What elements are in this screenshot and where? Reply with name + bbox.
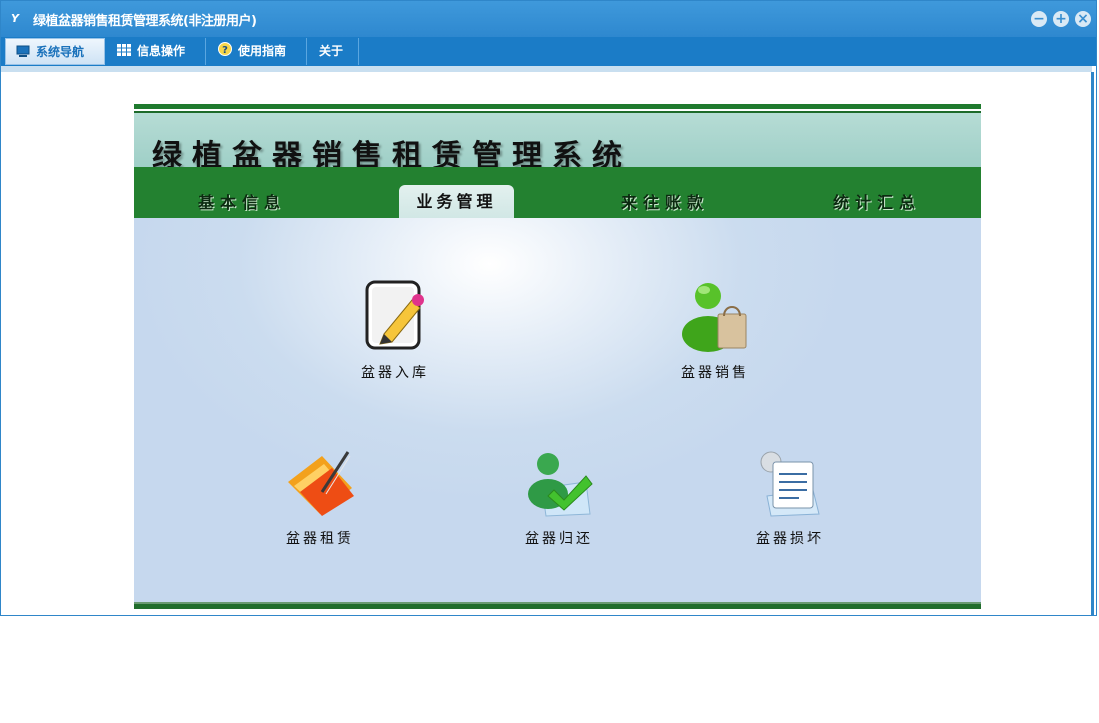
- maximize-icon[interactable]: +: [1053, 11, 1069, 27]
- tab-info-ops[interactable]: 信息操作: [107, 38, 206, 65]
- tab-label: 关于: [319, 44, 344, 58]
- nav-tab-business-mgmt[interactable]: 业务管理: [399, 185, 514, 218]
- module-body: 盆器入库 盆器销售 盆器租赁 盆器归还 盆器损坏: [134, 218, 981, 602]
- pot-sales-button[interactable]: 盆器销售: [660, 278, 770, 382]
- navigation-panel: 绿植盆器销售租赁管理系统 基本信息 业务管理 来往账款 统计汇总 盆器入库 盆器…: [134, 104, 981, 609]
- user-check-icon: [528, 453, 593, 517]
- folder-pen-icon: [288, 451, 354, 516]
- panel-bottom-border: [134, 602, 981, 609]
- pot-stock-in-button[interactable]: 盆器入库: [340, 278, 450, 382]
- tab-system-nav[interactable]: 系统导航: [5, 38, 105, 65]
- nav-tab-statistics[interactable]: 统计汇总: [833, 189, 921, 213]
- user-shopping-bag-icon: [682, 283, 747, 352]
- close-icon[interactable]: ×: [1075, 11, 1091, 27]
- item-label: 盆器入库: [361, 365, 429, 381]
- app-logo-icon: Y: [11, 12, 19, 25]
- tab-label: 系统导航: [36, 45, 85, 59]
- grid-icon: [117, 39, 131, 56]
- window-title: 绿植盆器销售租赁管理系统(非注册用户): [33, 14, 257, 29]
- minimize-icon[interactable]: −: [1031, 11, 1047, 27]
- help-icon: ?: [218, 39, 232, 56]
- nav-tab-accounts[interactable]: 来往账款: [621, 189, 709, 213]
- panel-header: 绿植盆器销售租赁管理系统: [134, 113, 981, 174]
- edit-document-icon: [365, 280, 424, 350]
- menu-bar: 系统导航 信息操作 ? 使用指南 关于: [1, 37, 1096, 66]
- tab-label: 使用指南: [238, 44, 287, 58]
- svg-text:?: ?: [222, 45, 228, 56]
- pot-return-button[interactable]: 盆器归还: [504, 448, 614, 548]
- module-nav-bar: 基本信息 业务管理 来往账款 统计汇总: [134, 167, 981, 218]
- item-label: 盆器归还: [525, 531, 593, 547]
- item-label: 盆器租赁: [286, 531, 354, 547]
- panel-top-border: [134, 104, 981, 109]
- monitor-icon: [16, 40, 30, 57]
- tab-user-guide[interactable]: ? 使用指南: [208, 38, 307, 65]
- tab-label: 信息操作: [137, 44, 186, 58]
- pot-damage-button[interactable]: 盆器损坏: [735, 448, 845, 548]
- pot-rental-button[interactable]: 盆器租赁: [265, 448, 375, 548]
- tab-about[interactable]: 关于: [309, 38, 359, 65]
- nav-tab-basic-info[interactable]: 基本信息: [198, 189, 286, 213]
- item-label: 盆器损坏: [756, 531, 824, 547]
- clipboard-list-icon: [760, 451, 820, 517]
- title-bar[interactable]: Y 绿植盆器销售租赁管理系统(非注册用户) − + ×: [1, 1, 1096, 37]
- item-label: 盆器销售: [681, 365, 749, 381]
